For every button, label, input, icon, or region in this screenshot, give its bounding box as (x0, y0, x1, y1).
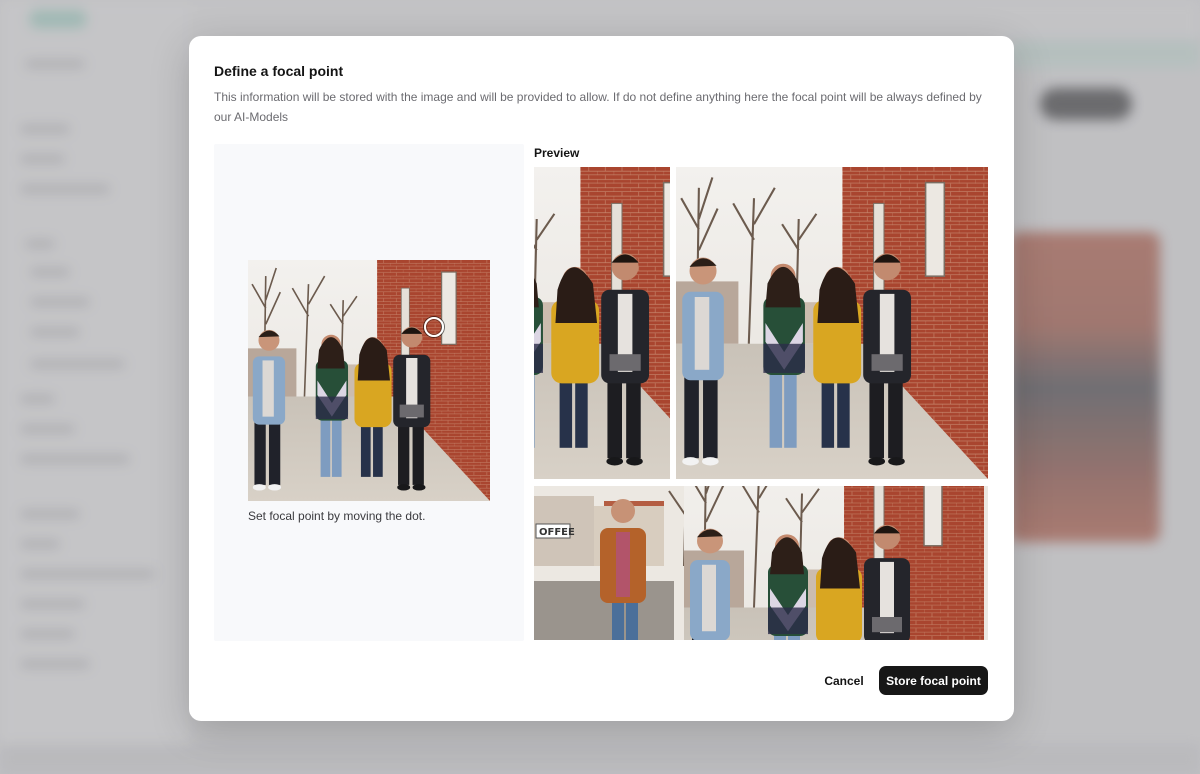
preview-heading: Preview (534, 146, 580, 160)
focal-point-dot[interactable] (424, 317, 444, 337)
source-image[interactable] (248, 260, 490, 501)
focal-point-editor: Set focal point by moving the dot. (214, 144, 524, 641)
dialog-title: Define a focal point (214, 63, 344, 79)
preview-landscape: OFFEE (534, 486, 988, 640)
dialog-description: This information will be stored with the… (214, 90, 982, 124)
storefront-sign: OFFEE (539, 527, 575, 538)
cancel-button[interactable]: Cancel (809, 666, 879, 695)
store-focal-point-button[interactable]: Store focal point (879, 666, 988, 695)
preview-portrait-photo (534, 167, 670, 479)
focal-point-dialog: Define a focal point This information wi… (189, 36, 1014, 721)
focal-point-hint: Set focal point by moving the dot. (248, 509, 426, 523)
preview-square-photo (676, 167, 988, 479)
preview-portrait (534, 167, 670, 479)
source-image-photo (248, 260, 490, 501)
preview-landscape-photo: OFFEE (534, 486, 988, 640)
preview-square (676, 167, 988, 479)
